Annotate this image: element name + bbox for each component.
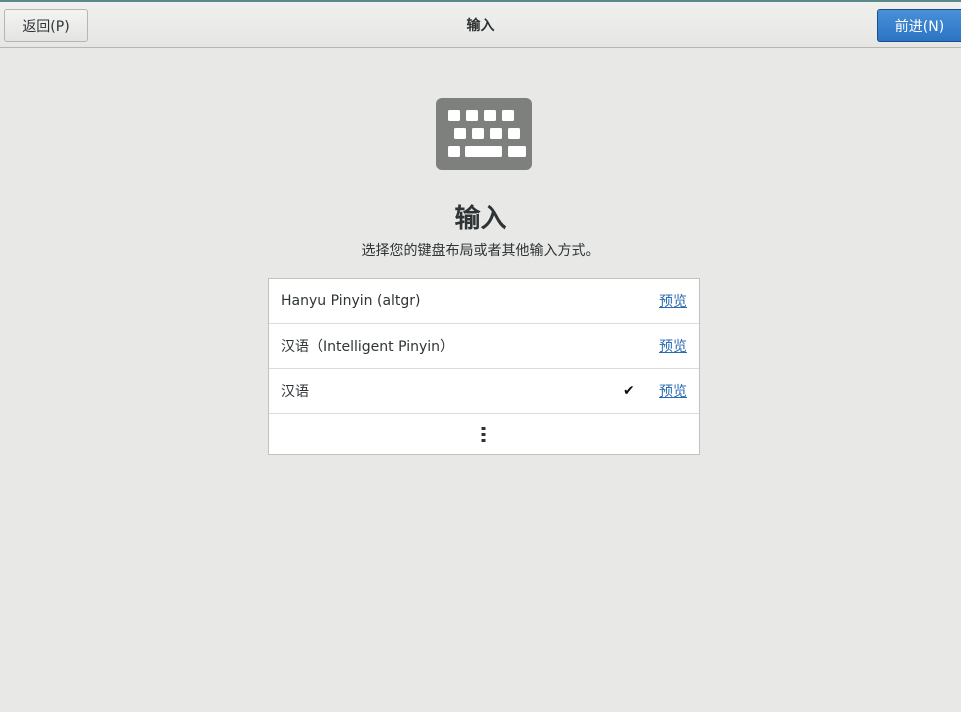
back-button[interactable]: 返回(P) [4, 9, 88, 42]
more-input-sources-row[interactable] [269, 414, 699, 454]
input-source-row[interactable]: 汉语（Intelligent Pinyin） 预览 [269, 324, 699, 369]
page-heading: 输入 [454, 204, 507, 234]
header-title: 输入 [466, 18, 495, 34]
header-bar: 返回(P) 输入 前进(N) [0, 2, 961, 48]
more-vertical-icon [481, 427, 486, 442]
input-source-label: 汉语（Intelligent Pinyin） [281, 339, 455, 355]
input-source-row-selected[interactable]: 汉语 ✔ 预览 [269, 369, 699, 414]
checkmark-icon: ✔ [623, 383, 635, 399]
page-subtitle: 选择您的键盘布局或者其他输入方式。 [361, 243, 600, 259]
preview-link[interactable]: 预览 [659, 369, 687, 413]
input-source-label: Hanyu Pinyin (altgr) [281, 293, 421, 309]
keyboard-icon [436, 98, 532, 170]
input-source-row[interactable]: Hanyu Pinyin (altgr) 预览 [269, 279, 699, 324]
preview-link[interactable]: 预览 [659, 324, 687, 368]
next-button[interactable]: 前进(N) [877, 9, 961, 42]
input-source-label: 汉语 [281, 384, 309, 400]
input-source-list: Hanyu Pinyin (altgr) 预览 汉语（Intelligent P… [268, 278, 700, 455]
preview-link[interactable]: 预览 [659, 279, 687, 323]
